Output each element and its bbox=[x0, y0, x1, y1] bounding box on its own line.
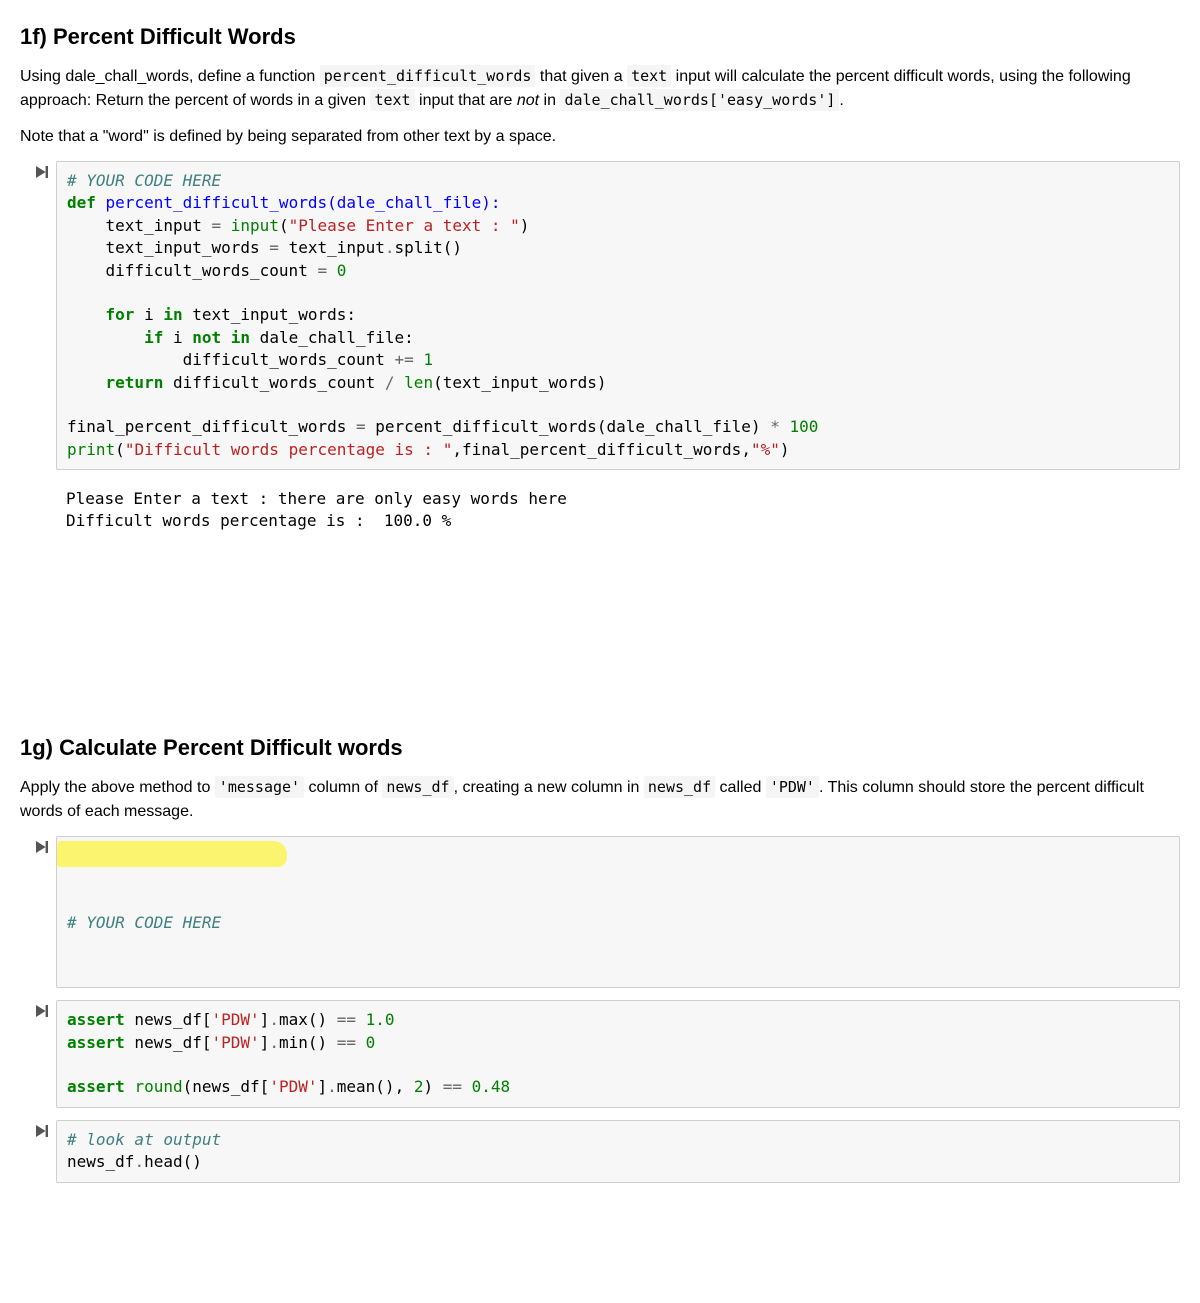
run-cell-icon[interactable] bbox=[20, 836, 56, 988]
inline-code: text bbox=[627, 65, 671, 87]
code-input[interactable]: # YOUR CODE HERE bbox=[56, 836, 1180, 988]
cell-output: Please Enter a text : there are only eas… bbox=[56, 482, 1180, 539]
code-cell-3: assert news_df['PDW'].max() == 1.0 asser… bbox=[20, 1000, 1180, 1108]
inline-code: dale_chall_words['easy_words'] bbox=[560, 89, 839, 111]
inline-code: 'message' bbox=[215, 776, 304, 798]
inline-code: news_df bbox=[644, 776, 715, 798]
code-cell-1: # YOUR CODE HERE def percent_difficult_w… bbox=[20, 161, 1180, 470]
code-cell-4: # look at output news_df.head() bbox=[20, 1120, 1180, 1183]
output-cell-1: Please Enter a text : there are only eas… bbox=[20, 482, 1180, 539]
inline-code: 'PDW' bbox=[766, 776, 819, 798]
code-cell-2: # YOUR CODE HERE bbox=[20, 836, 1180, 988]
section-1f-para2: Note that a "word" is defined by being s… bbox=[20, 125, 1180, 149]
section-1f-para1: Using dale_chall_words, define a functio… bbox=[20, 65, 1180, 113]
run-cell-icon[interactable] bbox=[20, 1120, 56, 1183]
output-prompt bbox=[20, 482, 56, 539]
run-cell-icon[interactable] bbox=[20, 161, 56, 470]
section-1f-heading: 1f) Percent Difficult Words bbox=[20, 20, 1180, 53]
section-1g-heading: 1g) Calculate Percent Difficult words bbox=[20, 731, 1180, 764]
run-cell-icon[interactable] bbox=[20, 1000, 56, 1108]
inline-code: news_df bbox=[382, 776, 453, 798]
code-input[interactable]: # YOUR CODE HERE def percent_difficult_w… bbox=[56, 161, 1180, 470]
section-1g-para1: Apply the above method to 'message' colu… bbox=[20, 776, 1180, 824]
inline-code: text bbox=[370, 89, 414, 111]
highlight-annotation bbox=[56, 841, 287, 867]
code-input[interactable]: # look at output news_df.head() bbox=[56, 1120, 1180, 1183]
inline-code: percent_difficult_words bbox=[320, 65, 536, 87]
code-input[interactable]: assert news_df['PDW'].max() == 1.0 asser… bbox=[56, 1000, 1180, 1108]
